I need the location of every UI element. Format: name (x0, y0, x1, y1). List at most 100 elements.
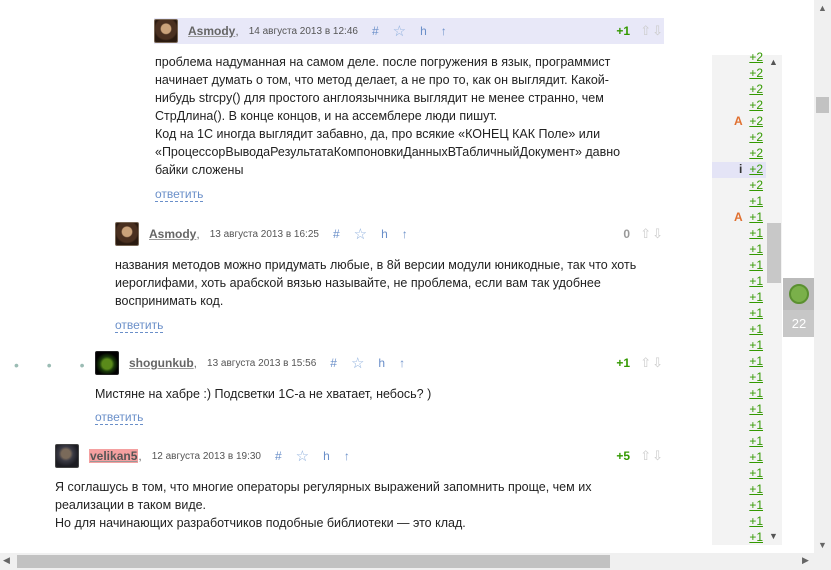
navigator-item[interactable]: +1 (712, 418, 766, 434)
navigator-score-link[interactable]: +1 (749, 194, 763, 208)
page-horizontal-scrollbar[interactable]: ◀ ▶ (0, 553, 814, 570)
page-scroll-thumb[interactable] (816, 97, 829, 113)
scroll-down-arrow-icon[interactable]: ▼ (769, 531, 778, 541)
avatar[interactable] (95, 351, 119, 375)
favorite-star-icon[interactable]: ☆ (393, 22, 406, 40)
navigator-score-link[interactable]: +1 (749, 370, 763, 384)
navigator-item[interactable]: +2 (712, 146, 766, 162)
navigator-score-link[interactable]: +1 (749, 530, 763, 544)
scroll-down-arrow-icon[interactable]: ▼ (818, 540, 827, 550)
navigator-item[interactable]: +1 (712, 530, 766, 546)
navigator-score-link[interactable]: +1 (749, 226, 763, 240)
favorite-star-icon[interactable]: ☆ (351, 354, 364, 372)
new-comments-count[interactable]: 22 (783, 310, 815, 337)
navigator-item[interactable]: +1 (712, 306, 766, 322)
permalink-icon[interactable]: # (275, 449, 282, 463)
navigator-score-link[interactable]: +2 (749, 114, 763, 128)
navigator-score-link[interactable]: +1 (749, 514, 763, 528)
navigator-item[interactable]: +1 (712, 370, 766, 386)
refresh-comments-button[interactable] (783, 278, 815, 310)
parent-up-arrow-icon[interactable]: ↑ (344, 449, 350, 463)
navigator-score-link[interactable]: +1 (749, 338, 763, 352)
scroll-right-arrow-icon[interactable]: ▶ (802, 555, 809, 566)
permalink-icon[interactable]: # (330, 356, 337, 370)
habr-h-icon[interactable]: h (323, 449, 330, 463)
navigator-item[interactable]: +1 (712, 466, 766, 482)
username-link[interactable]: velikan5 (89, 449, 139, 463)
avatar[interactable] (55, 444, 79, 468)
vote-arrows[interactable]: ⇧⇩ (640, 448, 664, 464)
navigator-item[interactable]: +2 (712, 66, 766, 82)
navigator-scrollbar[interactable]: ▲ ▼ (766, 55, 782, 545)
username-link[interactable]: shogunkub (129, 356, 194, 370)
navigator-item[interactable]: +1 (712, 514, 766, 530)
navigator-item[interactable]: +1 (712, 498, 766, 514)
navigator-score-link[interactable]: +1 (749, 242, 763, 256)
username-link[interactable]: Asmody (149, 227, 196, 241)
permalink-icon[interactable]: # (372, 24, 379, 38)
navigator-item[interactable]: +1 (712, 258, 766, 274)
navigator-score-link[interactable]: +1 (749, 482, 763, 496)
navigator-score-link[interactable]: +2 (749, 98, 763, 112)
navigator-score-link[interactable]: +1 (749, 402, 763, 416)
parent-up-arrow-icon[interactable]: ↑ (399, 356, 405, 370)
navigator-item[interactable]: +1 (712, 386, 766, 402)
navigator-item[interactable]: +1 (712, 274, 766, 290)
page-vertical-scrollbar[interactable]: ▲ ▼ (814, 0, 831, 553)
navigator-scroll-thumb[interactable] (767, 223, 781, 283)
navigator-item[interactable]: +2 (712, 130, 766, 146)
navigator-item[interactable]: +1 (712, 194, 766, 210)
navigator-score-link[interactable]: +2 (749, 82, 763, 96)
navigator-item[interactable]: +1 (712, 226, 766, 242)
avatar[interactable] (115, 222, 139, 246)
permalink-icon[interactable]: # (333, 227, 340, 241)
navigator-item[interactable]: i +2 (712, 162, 766, 178)
navigator-score-link[interactable]: +1 (749, 434, 763, 448)
navigator-item[interactable]: +1 (712, 338, 766, 354)
navigator-score-link[interactable]: +1 (749, 450, 763, 464)
parent-up-arrow-icon[interactable]: ↑ (402, 227, 408, 241)
navigator-item[interactable]: +2 (712, 178, 766, 194)
vote-arrows[interactable]: ⇧⇩ (640, 23, 664, 39)
navigator-item[interactable]: +1 (712, 322, 766, 338)
scroll-left-arrow-icon[interactable]: ◀ (3, 555, 10, 566)
navigator-score-link[interactable]: +2 (749, 146, 763, 160)
avatar[interactable] (154, 19, 178, 43)
navigator-item[interactable]: +2 (712, 82, 766, 98)
navigator-score-link[interactable]: +1 (749, 386, 763, 400)
navigator-item[interactable]: +1 (712, 434, 766, 450)
navigator-item[interactable]: +1 (712, 482, 766, 498)
navigator-score-link[interactable]: +1 (749, 290, 763, 304)
navigator-score-link[interactable]: +1 (749, 274, 763, 288)
navigator-score-link[interactable]: +1 (749, 466, 763, 480)
reply-link[interactable]: ответить (115, 318, 164, 333)
vote-arrows[interactable]: ⇧⇩ (640, 226, 664, 242)
navigator-item[interactable]: +1 (712, 242, 766, 258)
favorite-star-icon[interactable]: ☆ (354, 225, 367, 243)
habr-h-icon[interactable]: h (381, 227, 388, 241)
habr-h-icon[interactable]: h (420, 24, 427, 38)
page-hscroll-thumb[interactable] (17, 555, 610, 568)
navigator-item[interactable]: +1 (712, 402, 766, 418)
navigator-item[interactable]: +1 (712, 450, 766, 466)
navigator-item[interactable]: +1 (712, 290, 766, 306)
parent-up-arrow-icon[interactable]: ↑ (441, 24, 447, 38)
navigator-score-link[interactable]: +1 (749, 498, 763, 512)
navigator-score-link[interactable]: +1 (749, 418, 763, 432)
navigator-item[interactable]: +2 (712, 98, 766, 114)
navigator-item[interactable]: A +1 (712, 210, 766, 226)
navigator-score-link[interactable]: +2 (749, 178, 763, 192)
navigator-score-link[interactable]: +1 (749, 258, 763, 272)
reply-link[interactable]: ответить (155, 187, 204, 202)
navigator-score-link[interactable]: +2 (749, 66, 763, 80)
navigator-score-link[interactable]: +1 (749, 354, 763, 368)
habr-h-icon[interactable]: h (378, 356, 385, 370)
scroll-up-arrow-icon[interactable]: ▲ (769, 57, 778, 67)
navigator-score-link[interactable]: +2 (749, 130, 763, 144)
navigator-score-link[interactable]: +1 (749, 322, 763, 336)
vote-arrows[interactable]: ⇧⇩ (640, 355, 664, 371)
favorite-star-icon[interactable]: ☆ (296, 447, 309, 465)
navigator-score-link[interactable]: +2 (749, 50, 763, 64)
navigator-score-link[interactable]: +1 (749, 306, 763, 320)
navigator-item[interactable]: +1 (712, 354, 766, 370)
